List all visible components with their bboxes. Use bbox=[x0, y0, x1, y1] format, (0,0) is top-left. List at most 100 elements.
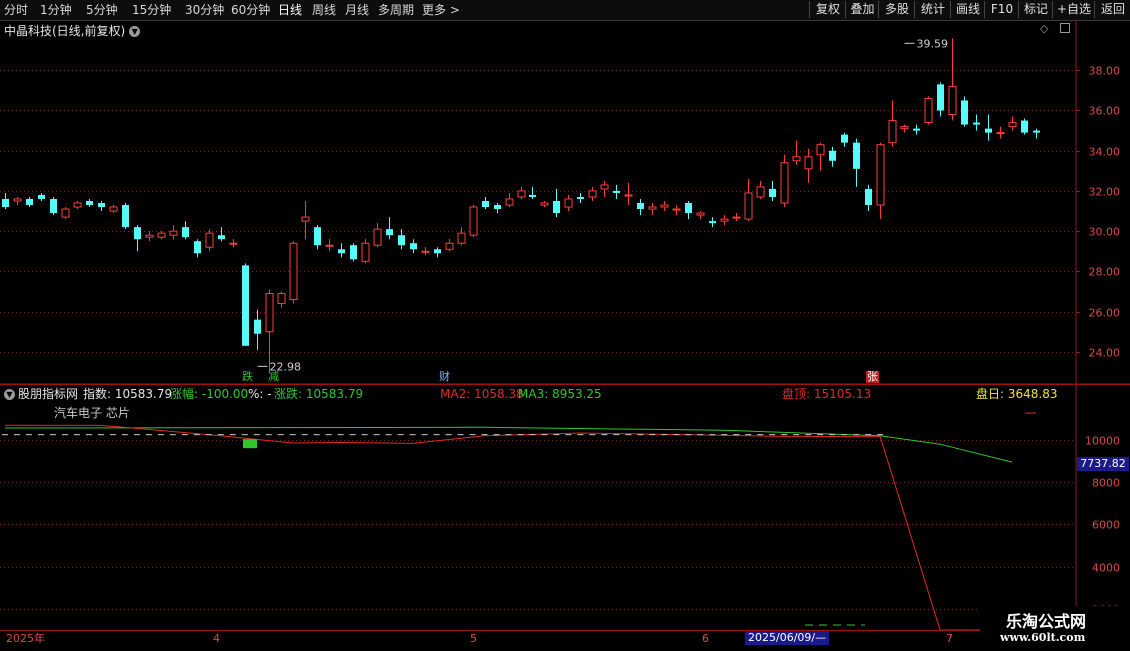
series-line-盘顶 bbox=[4, 424, 1012, 630]
candle-body bbox=[169, 230, 178, 236]
series-line-MA3 bbox=[4, 426, 1013, 463]
candle-body bbox=[73, 202, 82, 208]
y-tick-label: 4000 bbox=[1092, 562, 1120, 575]
candle-body bbox=[182, 227, 189, 238]
flag-die[interactable]: 跌 bbox=[242, 371, 253, 383]
y-tick-label: 32.00 bbox=[1089, 186, 1121, 199]
candle-body bbox=[672, 208, 681, 211]
candle-body bbox=[242, 265, 249, 346]
candle-body bbox=[637, 203, 644, 210]
candle-body bbox=[265, 293, 274, 333]
candle-body bbox=[985, 128, 992, 133]
candle-body bbox=[13, 198, 22, 202]
date-label-june: 6 bbox=[702, 632, 709, 645]
candle-body bbox=[145, 234, 154, 238]
candle-body bbox=[61, 208, 70, 218]
y-tick-label: 30.00 bbox=[1089, 226, 1121, 239]
candle-body bbox=[517, 190, 526, 198]
candle-body bbox=[948, 85, 957, 116]
candle-body bbox=[109, 206, 118, 212]
candle-body bbox=[194, 241, 201, 254]
candle-body bbox=[301, 216, 310, 222]
candle-body bbox=[685, 203, 692, 214]
candle-body bbox=[289, 242, 298, 301]
candle-body bbox=[756, 186, 765, 198]
flag-cai[interactable]: 财 bbox=[439, 371, 450, 383]
candle-body bbox=[277, 293, 286, 305]
candle-body bbox=[540, 202, 549, 206]
date-label-april: 4 bbox=[213, 632, 220, 645]
candle-body bbox=[996, 132, 1005, 135]
flag-zhang[interactable]: 张 bbox=[866, 371, 879, 383]
candle-body bbox=[732, 216, 741, 219]
candle-body bbox=[457, 232, 466, 244]
candle-body bbox=[624, 194, 633, 197]
candle-body bbox=[696, 212, 705, 216]
candle-body bbox=[254, 319, 261, 334]
date-label-july: 7 bbox=[946, 632, 953, 645]
candle-body bbox=[373, 228, 382, 246]
date-axis: 2025年 4 5 6 2025/06/09/— 7 bbox=[0, 630, 1076, 651]
candle-body bbox=[434, 249, 441, 254]
y-tick-label: 36.00 bbox=[1089, 105, 1121, 118]
candle-body bbox=[804, 156, 813, 170]
candle-body bbox=[361, 242, 370, 262]
candle-body bbox=[588, 190, 597, 198]
candle-body bbox=[937, 84, 944, 111]
candle-body bbox=[900, 126, 909, 130]
y-tick-label: 38.00 bbox=[1089, 65, 1121, 78]
candle-body bbox=[816, 144, 825, 156]
candle-body bbox=[577, 196, 584, 199]
candle-body bbox=[50, 198, 57, 214]
y-tick-label: 34.00 bbox=[1089, 146, 1121, 159]
indicator-chart: 200040006000800010000 bbox=[0, 384, 1130, 630]
candle-body bbox=[38, 194, 45, 199]
candle-body bbox=[564, 198, 573, 208]
candle-body bbox=[338, 249, 345, 254]
candle-body bbox=[961, 100, 968, 125]
candle-body bbox=[660, 204, 669, 208]
candle-body bbox=[1033, 130, 1040, 133]
extreme-label: 39.59 bbox=[917, 37, 949, 50]
signal-box bbox=[243, 439, 257, 449]
candle-body bbox=[98, 203, 105, 208]
candle-body bbox=[469, 206, 478, 236]
candle-body bbox=[913, 128, 920, 131]
candle-body bbox=[86, 200, 93, 206]
candle-body bbox=[792, 156, 801, 162]
sector-label: 汽车电子 芯片 bbox=[54, 406, 130, 420]
candle-body bbox=[218, 235, 225, 240]
candle-body bbox=[613, 190, 620, 193]
y-tick-label: 24.00 bbox=[1089, 347, 1121, 360]
candle-body bbox=[876, 144, 885, 206]
candle-body bbox=[229, 242, 238, 245]
candle-body bbox=[865, 188, 872, 206]
candle-body bbox=[205, 232, 214, 248]
candle-body bbox=[553, 200, 560, 214]
candle-body bbox=[973, 122, 980, 125]
y-tick-label: 28.00 bbox=[1089, 266, 1121, 279]
y-tick-label: 26.00 bbox=[1089, 307, 1121, 320]
candle-body bbox=[505, 198, 514, 206]
candle-body bbox=[829, 150, 836, 161]
candle-body bbox=[924, 97, 933, 124]
candle-body bbox=[410, 243, 417, 250]
candle-body bbox=[888, 120, 897, 144]
candle-body bbox=[445, 242, 454, 250]
candle-body bbox=[2, 198, 9, 208]
flag-jian[interactable]: 减 bbox=[268, 371, 279, 383]
candle-body bbox=[853, 142, 860, 169]
candle-body bbox=[780, 162, 789, 204]
candlestick-chart: 24.00 26.00 28.00 30.00 32.00 34.00 36.00 38.00… bbox=[0, 20, 1130, 384]
candle-body bbox=[648, 206, 657, 210]
candle-body bbox=[421, 250, 430, 253]
candle-body bbox=[122, 205, 129, 228]
candle-body bbox=[350, 245, 357, 260]
candle-body bbox=[494, 205, 501, 210]
candle-body bbox=[386, 229, 393, 236]
candle-body bbox=[600, 184, 609, 190]
candle-body bbox=[1021, 120, 1028, 133]
date-label-year: 2025年 bbox=[6, 632, 45, 645]
candle-body bbox=[134, 227, 141, 240]
candle-body bbox=[529, 194, 536, 197]
